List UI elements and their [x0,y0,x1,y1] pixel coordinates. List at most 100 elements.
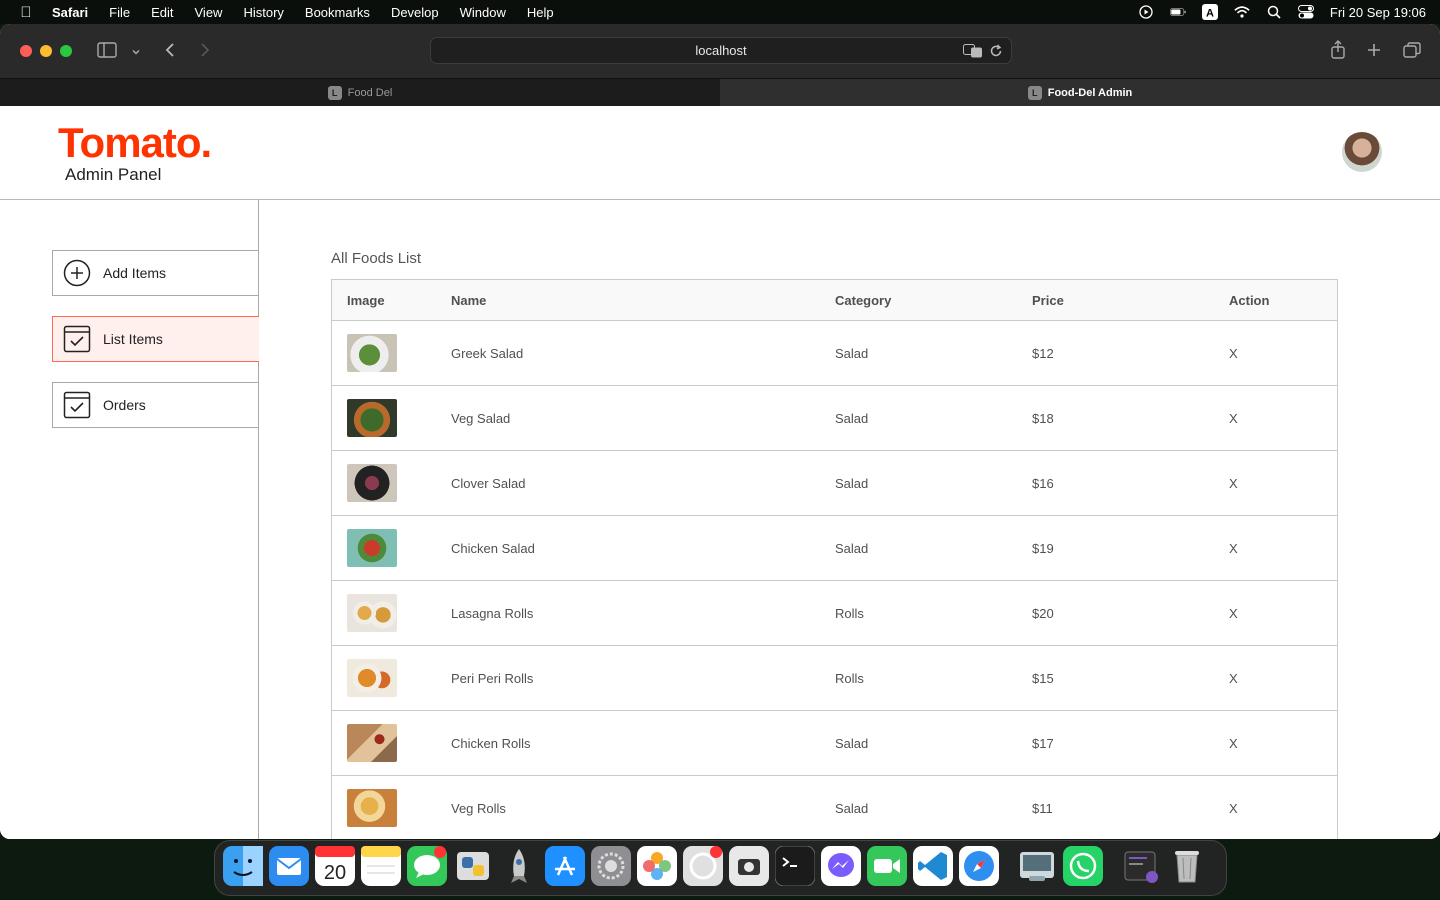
screenshot-icon[interactable] [729,845,769,891]
share-icon[interactable] [1330,40,1346,63]
browser-toolbar: localhost [0,24,1440,78]
food-price: $17 [1032,735,1054,751]
table-row: Veg Salad Salad $18 X [332,386,1337,451]
remove-item-button[interactable]: X [1229,736,1337,751]
messenger-icon[interactable] [821,845,861,891]
preview-icon[interactable] [1017,846,1057,891]
logo-subtitle: Admin Panel [65,165,162,184]
remove-item-button[interactable]: X [1229,346,1337,361]
food-price: $15 [1032,670,1054,686]
back-icon[interactable] [164,42,176,61]
food-category: Salad [835,735,869,751]
table-row: Greek Salad Salad $12 X [332,321,1337,386]
food-price: $18 [1032,410,1054,426]
address-bar[interactable]: localhost [430,37,1012,64]
column-header-category: Category [835,292,892,308]
remove-item-button[interactable]: X [1229,606,1337,621]
control-center-icon[interactable] [1297,5,1314,19]
food-image [347,789,397,827]
remove-item-button[interactable]: X [1229,671,1337,686]
notes-icon[interactable] [361,845,401,891]
sidebar-item-orders[interactable]: Orders [52,382,259,428]
whatsapp-icon[interactable] [1063,845,1103,891]
tab-group-chevron-down-icon[interactable] [131,44,141,60]
checklist-icon [63,325,91,353]
menubar-clock[interactable]: Fri 20 Sep 19:06 [1330,5,1426,20]
list-content: All Foods List Image Name Category Price… [259,200,1440,839]
calendar-icon[interactable]: 20 [315,845,355,891]
trash-icon[interactable] [1167,846,1207,891]
rocket-app-icon[interactable] [499,846,539,891]
mail-icon[interactable] [269,845,309,891]
tab-label: Food-Del Admin [1047,86,1133,99]
add-circle-icon [63,259,91,287]
tab-overview-icon[interactable] [1403,42,1421,61]
tab-food-del[interactable]: L Food Del [0,79,720,106]
svg-text:20: 20 [324,862,346,884]
food-category: Salad [835,800,869,816]
table-row: Clover Salad Salad $16 X [332,451,1337,516]
remove-item-button[interactable]: X [1229,411,1337,426]
admin-page: Tomato. Admin Panel Add Items List Items [0,106,1440,839]
spotlight-search-icon[interactable] [1266,5,1282,19]
forward-icon[interactable] [199,42,211,61]
window-stack-icon[interactable] [1121,846,1161,891]
battery-icon[interactable] [1169,5,1186,19]
logo-text: Tomato. [58,119,212,166]
wifi-icon[interactable] [1234,5,1250,19]
menu-app-name[interactable]: Safari [52,5,88,20]
food-image [347,529,397,567]
play-status-icon[interactable] [1138,5,1154,19]
menu-file[interactable]: File [109,5,130,20]
column-header-action: Action [1229,292,1270,308]
menu-bookmarks[interactable]: Bookmarks [305,5,370,20]
food-name: Peri Peri Rolls [451,670,534,686]
apple-menu-icon[interactable]:  [0,4,52,21]
remove-item-button[interactable]: X [1229,476,1337,491]
input-source-icon[interactable]: A [1201,4,1218,20]
finder-icon[interactable] [223,845,263,891]
messages-icon[interactable] [407,845,447,891]
facetime-icon[interactable] [867,845,907,891]
menu-develop[interactable]: Develop [391,5,439,20]
column-header-name: Name [451,292,487,308]
food-price: $11 [1032,800,1053,816]
address-text: localhost [695,43,747,58]
food-name: Clover Salad [451,475,526,491]
remove-item-button[interactable]: X [1229,801,1337,816]
close-window-button[interactable] [20,45,32,57]
table-header-row: Image Name Category Price Action [332,279,1337,321]
zoom-window-button[interactable] [60,45,72,57]
vscode-icon[interactable] [913,845,953,891]
sidebar-item-add-items[interactable]: Add Items [52,250,259,296]
tab-food-del-admin[interactable]: L Food-Del Admin [720,79,1440,106]
food-category: Salad [835,475,869,491]
food-name: Greek Salad [451,345,524,361]
table-row: Chicken Salad Salad $19 X [332,516,1337,581]
menu-window[interactable]: Window [460,5,506,20]
menu-history[interactable]: History [243,5,283,20]
whatsapp-beta-icon[interactable] [683,845,723,891]
menu-edit[interactable]: Edit [151,5,173,20]
sidebar-toggle-icon[interactable] [97,42,117,61]
column-header-price: Price [1032,292,1064,308]
logo[interactable]: Tomato. Admin Panel [58,119,212,185]
menu-view[interactable]: View [195,5,223,20]
profile-avatar[interactable] [1342,132,1382,172]
new-tab-plus-icon[interactable] [1366,42,1382,61]
food-image [347,724,397,762]
food-price: $16 [1032,475,1054,491]
remove-item-button[interactable]: X [1229,541,1337,556]
python-launcher-icon[interactable] [453,846,493,891]
minimize-window-button[interactable] [40,45,52,57]
translate-icon[interactable] [963,44,983,61]
photos-icon[interactable] [637,845,677,891]
reload-icon[interactable] [989,44,1003,61]
terminal-icon[interactable] [774,845,816,891]
food-category: Salad [835,410,869,426]
system-settings-icon[interactable] [591,845,631,891]
app-store-icon[interactable] [545,845,585,891]
menu-help[interactable]: Help [527,5,554,20]
safari-icon[interactable] [959,845,999,891]
sidebar-item-list-items[interactable]: List Items [52,316,259,362]
